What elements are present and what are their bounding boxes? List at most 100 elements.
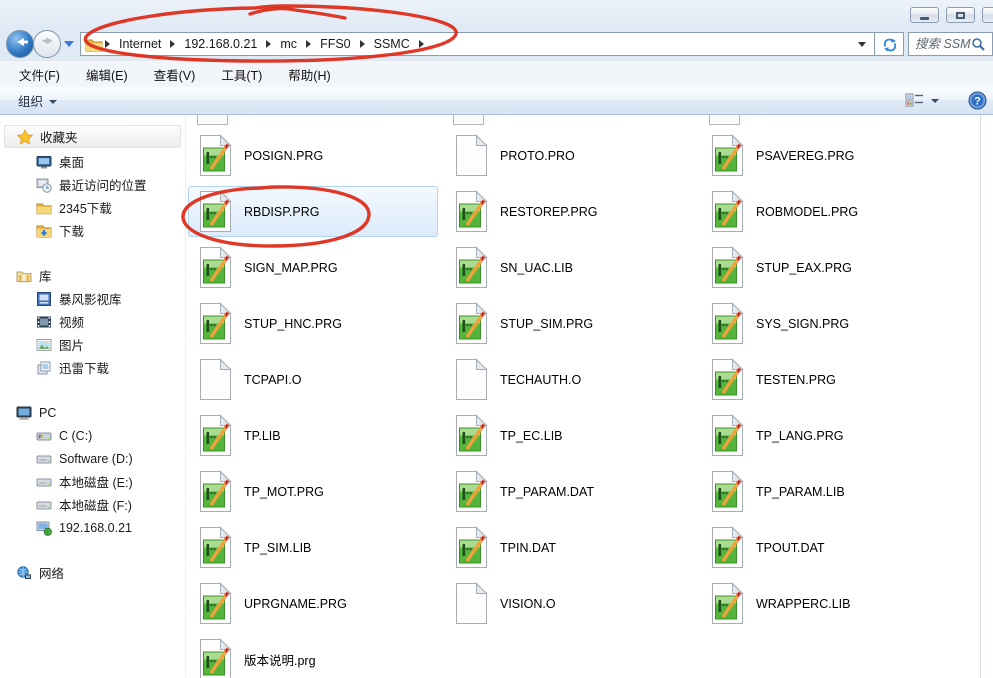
sidebar-item-label: 迅雷下载: [59, 362, 110, 376]
navigation-bar: Internet 192.168.0.21 mc FFS0 SSMC: [0, 28, 993, 60]
file-item[interactable]: PROTO.PRO: [444, 130, 694, 181]
sidebar-item[interactable]: 网络: [0, 561, 185, 584]
breadcrumb-item[interactable]: Internet: [112, 35, 168, 53]
breadcrumb-item[interactable]: SSMC: [367, 35, 417, 53]
sidebar-item-label: 下载: [59, 225, 85, 239]
sidebar-item-label: 本地磁盘 (E:): [59, 476, 133, 490]
sidebar-item[interactable]: 暴风影视库: [0, 287, 185, 310]
organize-button[interactable]: 组织: [18, 91, 58, 110]
refresh-button[interactable]: [874, 32, 904, 56]
address-bar[interactable]: Internet 192.168.0.21 mc FFS0 SSMC: [80, 32, 874, 56]
file-item[interactable]: ROBMODEL.PRG: [700, 186, 950, 237]
maximize-button[interactable]: [946, 7, 975, 23]
sidebar-item[interactable]: PC: [0, 401, 185, 424]
file-item[interactable]: SIGN_MAP.PRG: [188, 242, 438, 293]
command-toolbar: 组织 ?: [0, 87, 993, 115]
sidebar-item[interactable]: 视频: [0, 310, 185, 333]
sidebar-item[interactable]: 图片: [0, 333, 185, 356]
file-item[interactable]: UPRGNAME.PRG: [188, 578, 438, 629]
file-item[interactable]: TCPAPI.O: [188, 354, 438, 405]
prg-file-icon: [711, 246, 744, 289]
menu-item[interactable]: 帮助(H): [275, 61, 343, 88]
file-item[interactable]: WRAPPERC.LIB: [700, 578, 950, 629]
file-item[interactable]: TP_PARAM.DAT: [444, 466, 694, 517]
change-view-button[interactable]: [905, 92, 939, 108]
drive-icon: [36, 497, 52, 513]
sidebar-item[interactable]: Software (D:): [0, 447, 185, 470]
sidebar-item[interactable]: 最近访问的位置: [0, 173, 185, 196]
file-item[interactable]: TP_LANG.PRG: [700, 410, 950, 461]
sidebar-item[interactable]: 下载: [0, 219, 185, 242]
file-name: TP_PARAM.LIB: [756, 484, 845, 499]
sidebar-item[interactable]: 收藏夹: [4, 125, 181, 148]
organize-label: 组织: [18, 95, 44, 109]
drive-icon: [36, 451, 52, 467]
file-item[interactable]: TP_SIM.LIB: [188, 522, 438, 573]
file-item[interactable]: RESTOREP.PRG: [444, 186, 694, 237]
file-item[interactable]: TPOUT.DAT: [700, 522, 950, 573]
prg-file-icon: [199, 582, 232, 625]
prg-file-icon: [199, 526, 232, 569]
file-item[interactable]: TPIN.DAT: [444, 522, 694, 573]
prg-file-icon: [455, 414, 488, 457]
sidebar-item[interactable]: 2345下载: [0, 196, 185, 219]
plain-file-icon: [199, 358, 232, 401]
file-item[interactable]: POSIGN.PRG: [188, 130, 438, 181]
search-input[interactable]: [909, 37, 971, 51]
file-item[interactable]: STUP_HNC.PRG: [188, 298, 438, 349]
file-item[interactable]: TP.LIB: [188, 410, 438, 461]
breadcrumb-item[interactable]: FFS0: [313, 35, 358, 53]
help-button[interactable]: ?: [968, 91, 987, 110]
sidebar-item[interactable]: 桌面: [0, 150, 185, 173]
menu-item[interactable]: 查看(V): [141, 61, 209, 88]
file-item[interactable]: TP_MOT.PRG: [188, 466, 438, 517]
partial-file-icon: [453, 115, 484, 125]
file-item[interactable]: STUP_SIM.PRG: [444, 298, 694, 349]
sidebar-item[interactable]: C (C:): [0, 424, 185, 447]
forward-button[interactable]: [33, 30, 61, 58]
forward-arrow-icon: [36, 31, 58, 58]
file-name: TP_MOT.PRG: [244, 484, 324, 499]
sidebar-item-label: 桌面: [59, 156, 85, 170]
plain-file-icon: [455, 582, 488, 625]
prg-file-icon: [455, 246, 488, 289]
file-item[interactable]: PSAVEREG.PRG: [700, 130, 950, 181]
file-item[interactable]: TP_PARAM.LIB: [700, 466, 950, 517]
menu-item[interactable]: 编辑(E): [73, 61, 141, 88]
sidebar-item-label: Software (D:): [59, 451, 133, 466]
minimize-button[interactable]: [910, 7, 939, 23]
chevron-down-icon: [931, 99, 939, 103]
close-button[interactable]: ✕: [982, 7, 993, 23]
file-item[interactable]: TP_EC.LIB: [444, 410, 694, 461]
prg-file-icon: [455, 526, 488, 569]
sidebar-item-label: 库: [39, 270, 52, 284]
menu-item[interactable]: 文件(F): [6, 61, 73, 88]
file-item[interactable]: RBDISP.PRG: [188, 186, 438, 237]
file-name: PSAVEREG.PRG: [756, 148, 855, 163]
sidebar-item[interactable]: 迅雷下载: [0, 356, 185, 379]
sidebar-item[interactable]: 192.168.0.21: [0, 516, 185, 539]
sidebar-item[interactable]: 本地磁盘 (E:): [0, 470, 185, 493]
navigation-pane: 收藏夹桌面最近访问的位置 2345下载下载库暴风影视库 视频 图片迅雷下载 PC C (C…: [0, 115, 186, 678]
file-item[interactable]: TESTEN.PRG: [700, 354, 950, 405]
sidebar-section: PC C (C:) Software (D:) 本地磁盘 (E:) 本地磁盘 (F:) 1…: [0, 401, 185, 539]
star-icon: [16, 128, 34, 145]
menu-item[interactable]: 工具(T): [208, 61, 275, 88]
file-item[interactable]: 版本说明.prg: [188, 634, 438, 678]
file-item[interactable]: VISION.O: [444, 578, 694, 629]
history-dropdown[interactable]: [64, 41, 74, 47]
address-dropdown-icon[interactable]: [858, 42, 866, 47]
breadcrumb-item[interactable]: 192.168.0.21: [177, 35, 264, 53]
file-item[interactable]: TECHAUTH.O: [444, 354, 694, 405]
back-button[interactable]: [6, 30, 34, 58]
download-folder-icon: [36, 223, 52, 239]
breadcrumb-item[interactable]: mc: [273, 35, 304, 53]
file-name: VISION.O: [500, 596, 556, 611]
file-item[interactable]: SN_UAC.LIB: [444, 242, 694, 293]
prg-file-icon: [711, 414, 744, 457]
menubar: 文件(F) 编辑(E) 查看(V) 工具(T) 帮助(H): [0, 60, 993, 87]
sidebar-item[interactable]: 库: [0, 264, 185, 287]
file-item[interactable]: STUP_EAX.PRG: [700, 242, 950, 293]
file-item[interactable]: SYS_SIGN.PRG: [700, 298, 950, 349]
sidebar-item[interactable]: 本地磁盘 (F:): [0, 493, 185, 516]
